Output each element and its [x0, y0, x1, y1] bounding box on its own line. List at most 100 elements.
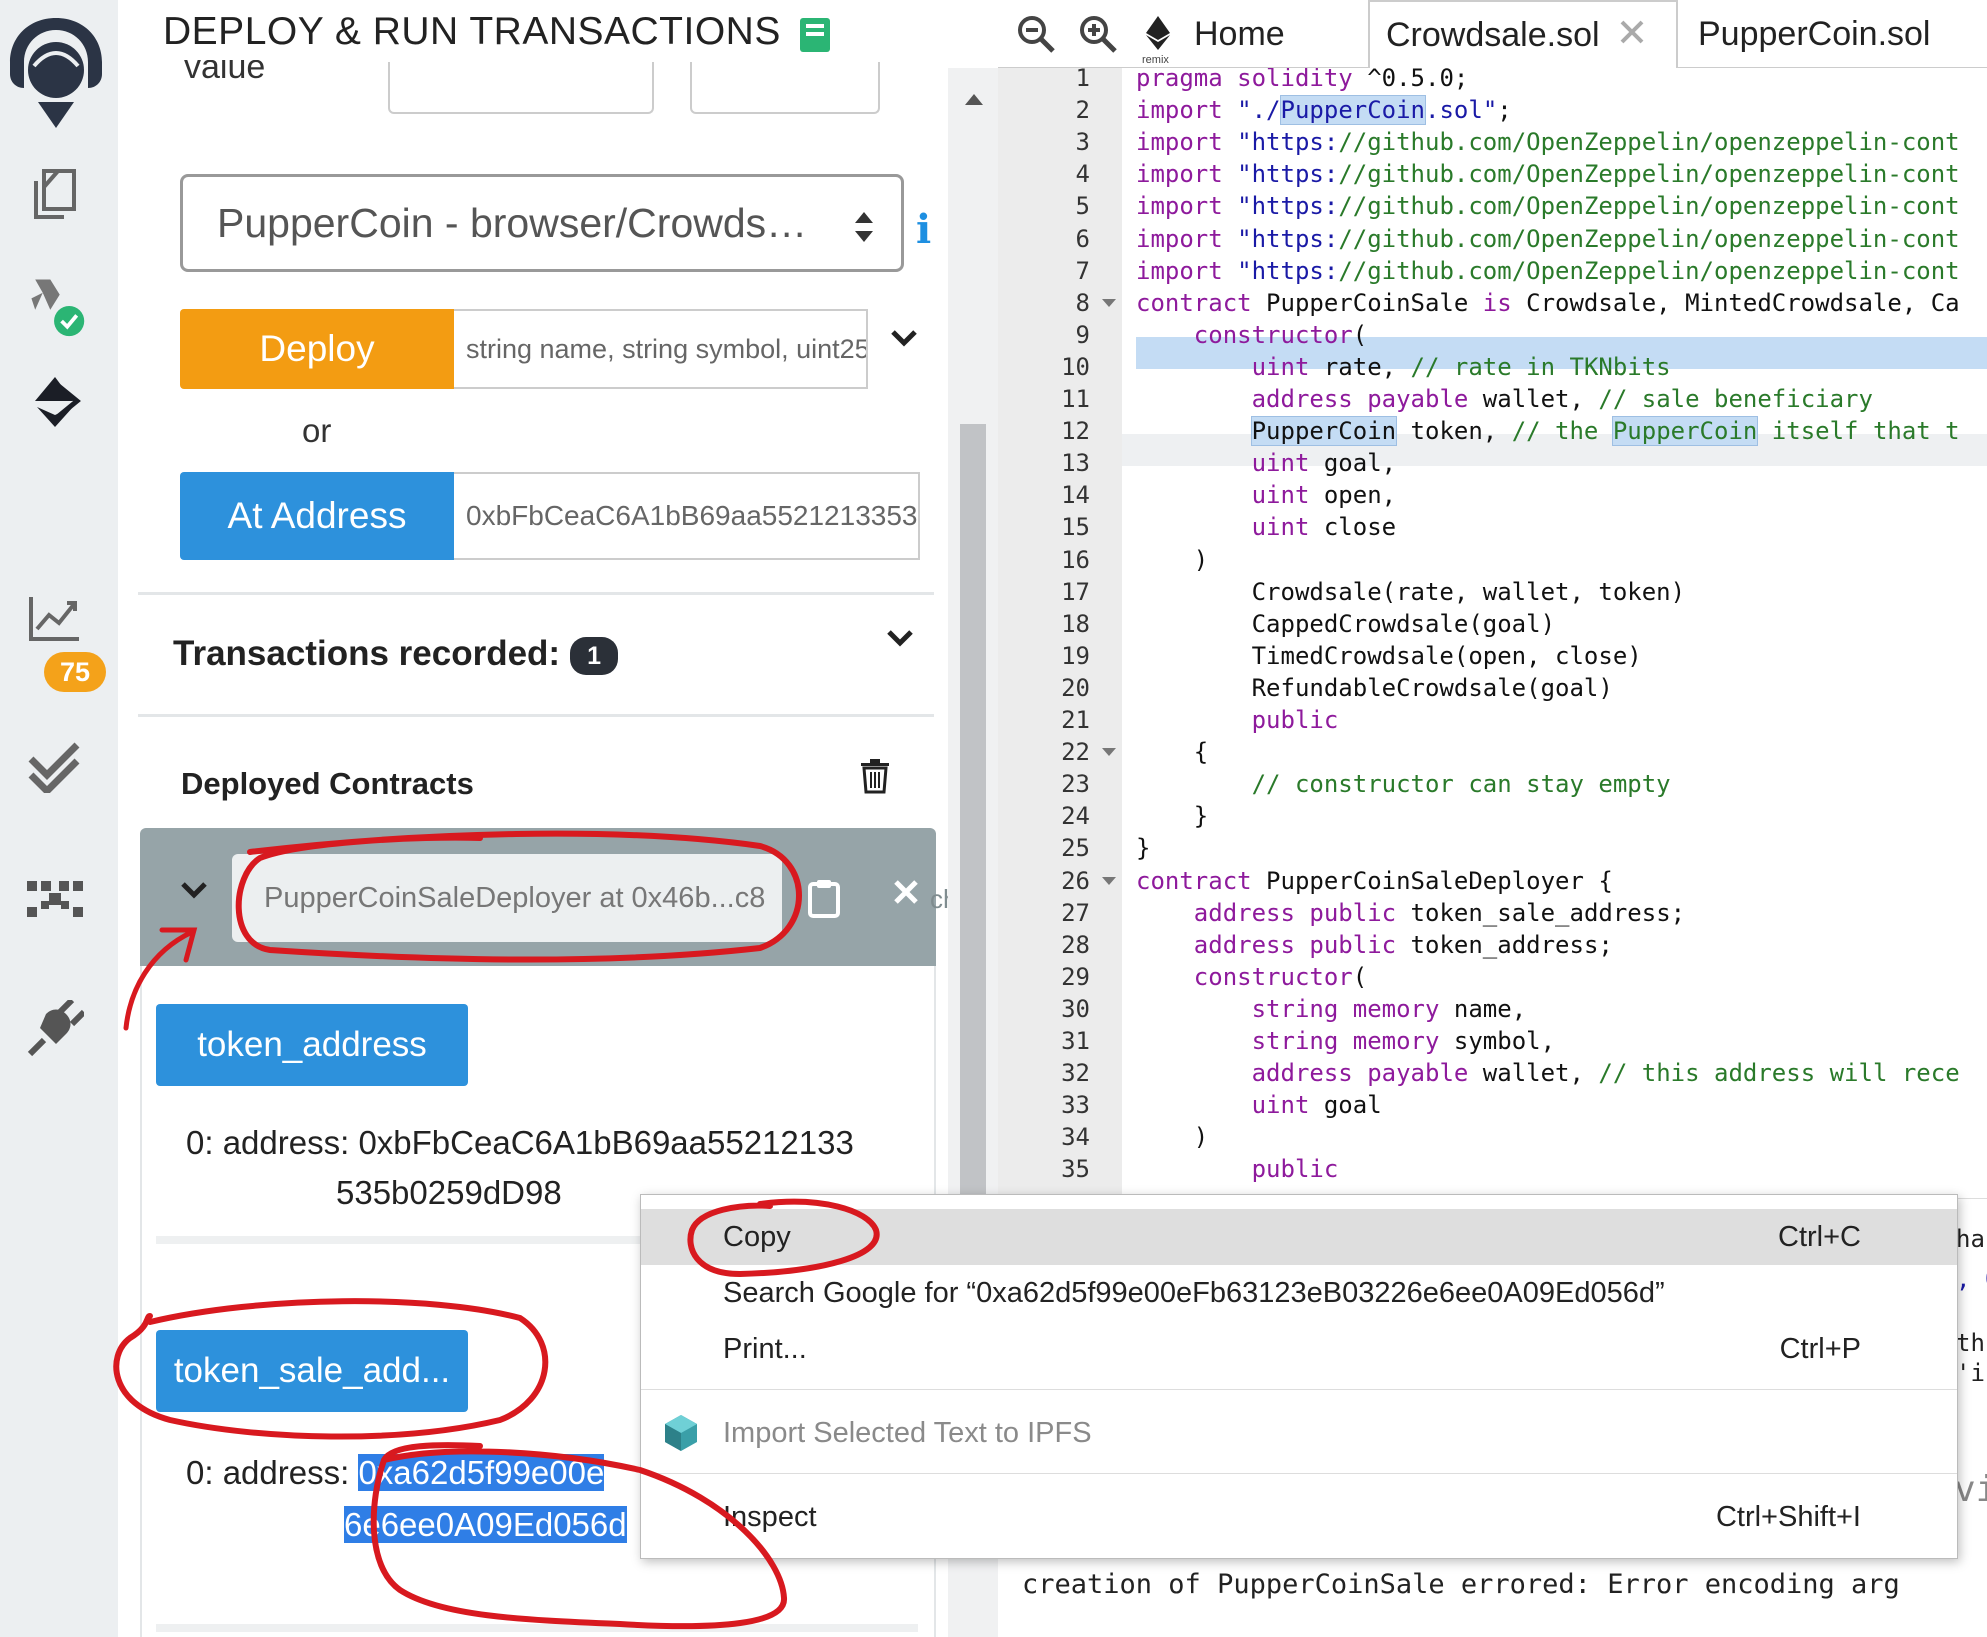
fold-arrow-icon[interactable]: [1102, 298, 1116, 307]
ethereum-icon: remix: [1138, 4, 1182, 66]
deploy-run-icon[interactable]: [22, 368, 88, 434]
code-line: ): [1136, 1123, 1209, 1152]
zoom-out-icon[interactable]: [1016, 0, 1056, 68]
context-menu-import-ipfs[interactable]: Import Selected Text to IPFS: [641, 1405, 1957, 1461]
line-number: 18: [1061, 609, 1090, 638]
code-line: string memory symbol,: [1251, 1027, 1556, 1055]
documentation-icon[interactable]: [798, 16, 832, 59]
context-menu: Copy Ctrl+C Search Google for “0xa62d5f9…: [640, 1194, 1958, 1559]
token-sale-address-result: 0: address: 0xa62d5f99e00e: [186, 1454, 605, 1492]
line-number: 19: [1061, 641, 1090, 670]
chevron-down-icon[interactable]: [180, 880, 208, 905]
code-line: {: [1136, 738, 1209, 767]
terminal-peek: , 0: [1956, 1265, 1987, 1293]
transactions-count-badge: 1: [570, 636, 619, 675]
chevron-down-icon[interactable]: [890, 328, 918, 353]
analysis-icon[interactable]: [22, 586, 88, 652]
code-line: import "./PupperCoin.sol";: [1136, 95, 1512, 126]
value-input[interactable]: [388, 62, 654, 114]
zoom-in-icon[interactable]: [1078, 0, 1118, 68]
token-sale-address-result-line2: 6e6ee0A09Ed056d: [344, 1506, 627, 1544]
code-line: contract PupperCoinSaleDeployer {: [1136, 866, 1613, 895]
terminal-peek: 'i: [1956, 1359, 1985, 1387]
code-line: uint open,: [1251, 481, 1397, 510]
code-line: uint rate, // rate in TKNbits: [1251, 352, 1671, 381]
terminal-log-line: creation of PupperCoinSale errored: Erro…: [1022, 1569, 1900, 1600]
terminal-peek: vi: [1954, 1469, 1987, 1510]
line-number: 23: [1061, 770, 1090, 799]
context-menu-search-google[interactable]: Search Google for “0xa62d5f99e00eFb63123…: [641, 1265, 1957, 1321]
line-number: 24: [1061, 802, 1090, 831]
context-menu-copy[interactable]: Copy Ctrl+C: [641, 1209, 1957, 1265]
at-address-input[interactable]: 0xbFbCeaC6A1bB69aa5521213353: [454, 472, 920, 560]
info-icon[interactable]: i: [916, 206, 931, 253]
line-number: 27: [1061, 898, 1090, 927]
line-number: 25: [1061, 834, 1090, 863]
line-number: 6: [1075, 224, 1090, 253]
code-line: }: [1136, 802, 1209, 831]
instance-tail-text: cha: [930, 884, 948, 914]
line-number: 5: [1075, 192, 1090, 221]
selected-address-line1[interactable]: 0xa62d5f99e00e: [358, 1454, 605, 1491]
contract-instance-name[interactable]: PupperCoinSaleDeployer at 0x46b...c8: [232, 854, 782, 942]
tab-puppercoin[interactable]: PupperCoin.sol: [1698, 0, 1930, 68]
close-tab-icon[interactable]: [1618, 16, 1646, 55]
line-number: 17: [1061, 577, 1090, 606]
code-line: uint goal,: [1251, 449, 1397, 478]
selected-address-line2[interactable]: 6e6ee0A09Ed056d: [344, 1506, 627, 1543]
line-number: 15: [1061, 513, 1090, 542]
code-line: CappedCrowdsale(goal): [1136, 609, 1556, 638]
tab-crowdsale[interactable]: Crowdsale.sol: [1368, 0, 1678, 68]
code-line: uint close: [1251, 513, 1397, 542]
context-menu-shortcut: Ctrl+C: [1778, 1221, 1861, 1253]
testing-icon[interactable]: [22, 732, 88, 798]
line-number: 28: [1061, 930, 1090, 959]
value-label-partial: value: [184, 60, 266, 84]
fold-arrow-icon[interactable]: [1102, 876, 1116, 885]
file-explorer-icon[interactable]: [22, 162, 88, 228]
transactions-recorded[interactable]: Transactions recorded: 1: [173, 634, 619, 675]
tab-home[interactable]: remix Home: [1138, 0, 1285, 68]
context-menu-shortcut: Ctrl+P: [1779, 1333, 1861, 1365]
deploy-params-input[interactable]: string name, string symbol, uint256 goal: [454, 309, 868, 389]
result-prefix: 0: address:: [186, 1124, 359, 1161]
clipboard-icon[interactable]: [808, 878, 840, 923]
token-sale-address-button[interactable]: token_sale_add...: [156, 1330, 468, 1412]
code-line: address payable wallet, // this address …: [1251, 1059, 1960, 1088]
context-menu-item-label: Inspect: [723, 1501, 817, 1533]
icon-sidebar: 75: [0, 0, 118, 1637]
fold-arrow-icon[interactable]: [1102, 748, 1116, 757]
debugger-icon[interactable]: [22, 866, 88, 932]
unit-select[interactable]: [690, 62, 880, 114]
context-menu-print[interactable]: Print... Ctrl+P: [641, 1321, 1957, 1377]
code-editor[interactable]: 1 2 3 4 5 6 7 8 9 10 11 12 13 14 15 16 17 18 19 20 21 22 23 24 2…: [998, 68, 1987, 1198]
token-address-button[interactable]: token_address: [156, 1004, 468, 1086]
plugin-manager-icon[interactable]: [22, 996, 88, 1062]
trash-icon[interactable]: [860, 758, 890, 799]
menu-separator: [641, 1473, 1957, 1474]
contract-select[interactable]: PupperCoin - browser/Crowdsale.sol: [180, 174, 904, 272]
scrollbar-thumb[interactable]: [960, 424, 986, 1264]
code-line: constructor(: [1193, 962, 1368, 991]
code-line: ): [1136, 545, 1209, 574]
at-address-button[interactable]: At Address: [180, 472, 454, 560]
close-icon[interactable]: [892, 878, 920, 911]
context-menu-shortcut: Ctrl+Shift+I: [1715, 1501, 1861, 1533]
select-arrows-icon: [853, 207, 875, 254]
code-line: PupperCoin token, // the PupperCoin itse…: [1250, 416, 1960, 447]
remix-logo-icon[interactable]: [4, 10, 108, 130]
analysis-count-badge: 75: [44, 652, 106, 692]
line-number: 4: [1075, 160, 1090, 189]
line-number: 2: [1075, 96, 1090, 125]
deploy-button[interactable]: Deploy: [180, 309, 454, 389]
line-number: 1: [1075, 68, 1090, 92]
code-line: pragma solidity ^0.5.0;: [1136, 68, 1469, 92]
code-line: public: [1251, 706, 1339, 734]
code-line: }: [1136, 834, 1151, 863]
solidity-compiler-icon[interactable]: [22, 272, 88, 338]
chevron-down-icon[interactable]: [886, 628, 914, 653]
code-line: address public token_sale_address;: [1193, 898, 1686, 927]
scroll-up-icon[interactable]: [965, 94, 983, 105]
context-menu-inspect[interactable]: Inspect Ctrl+Shift+I: [641, 1489, 1957, 1545]
line-number: 9: [1075, 320, 1090, 349]
